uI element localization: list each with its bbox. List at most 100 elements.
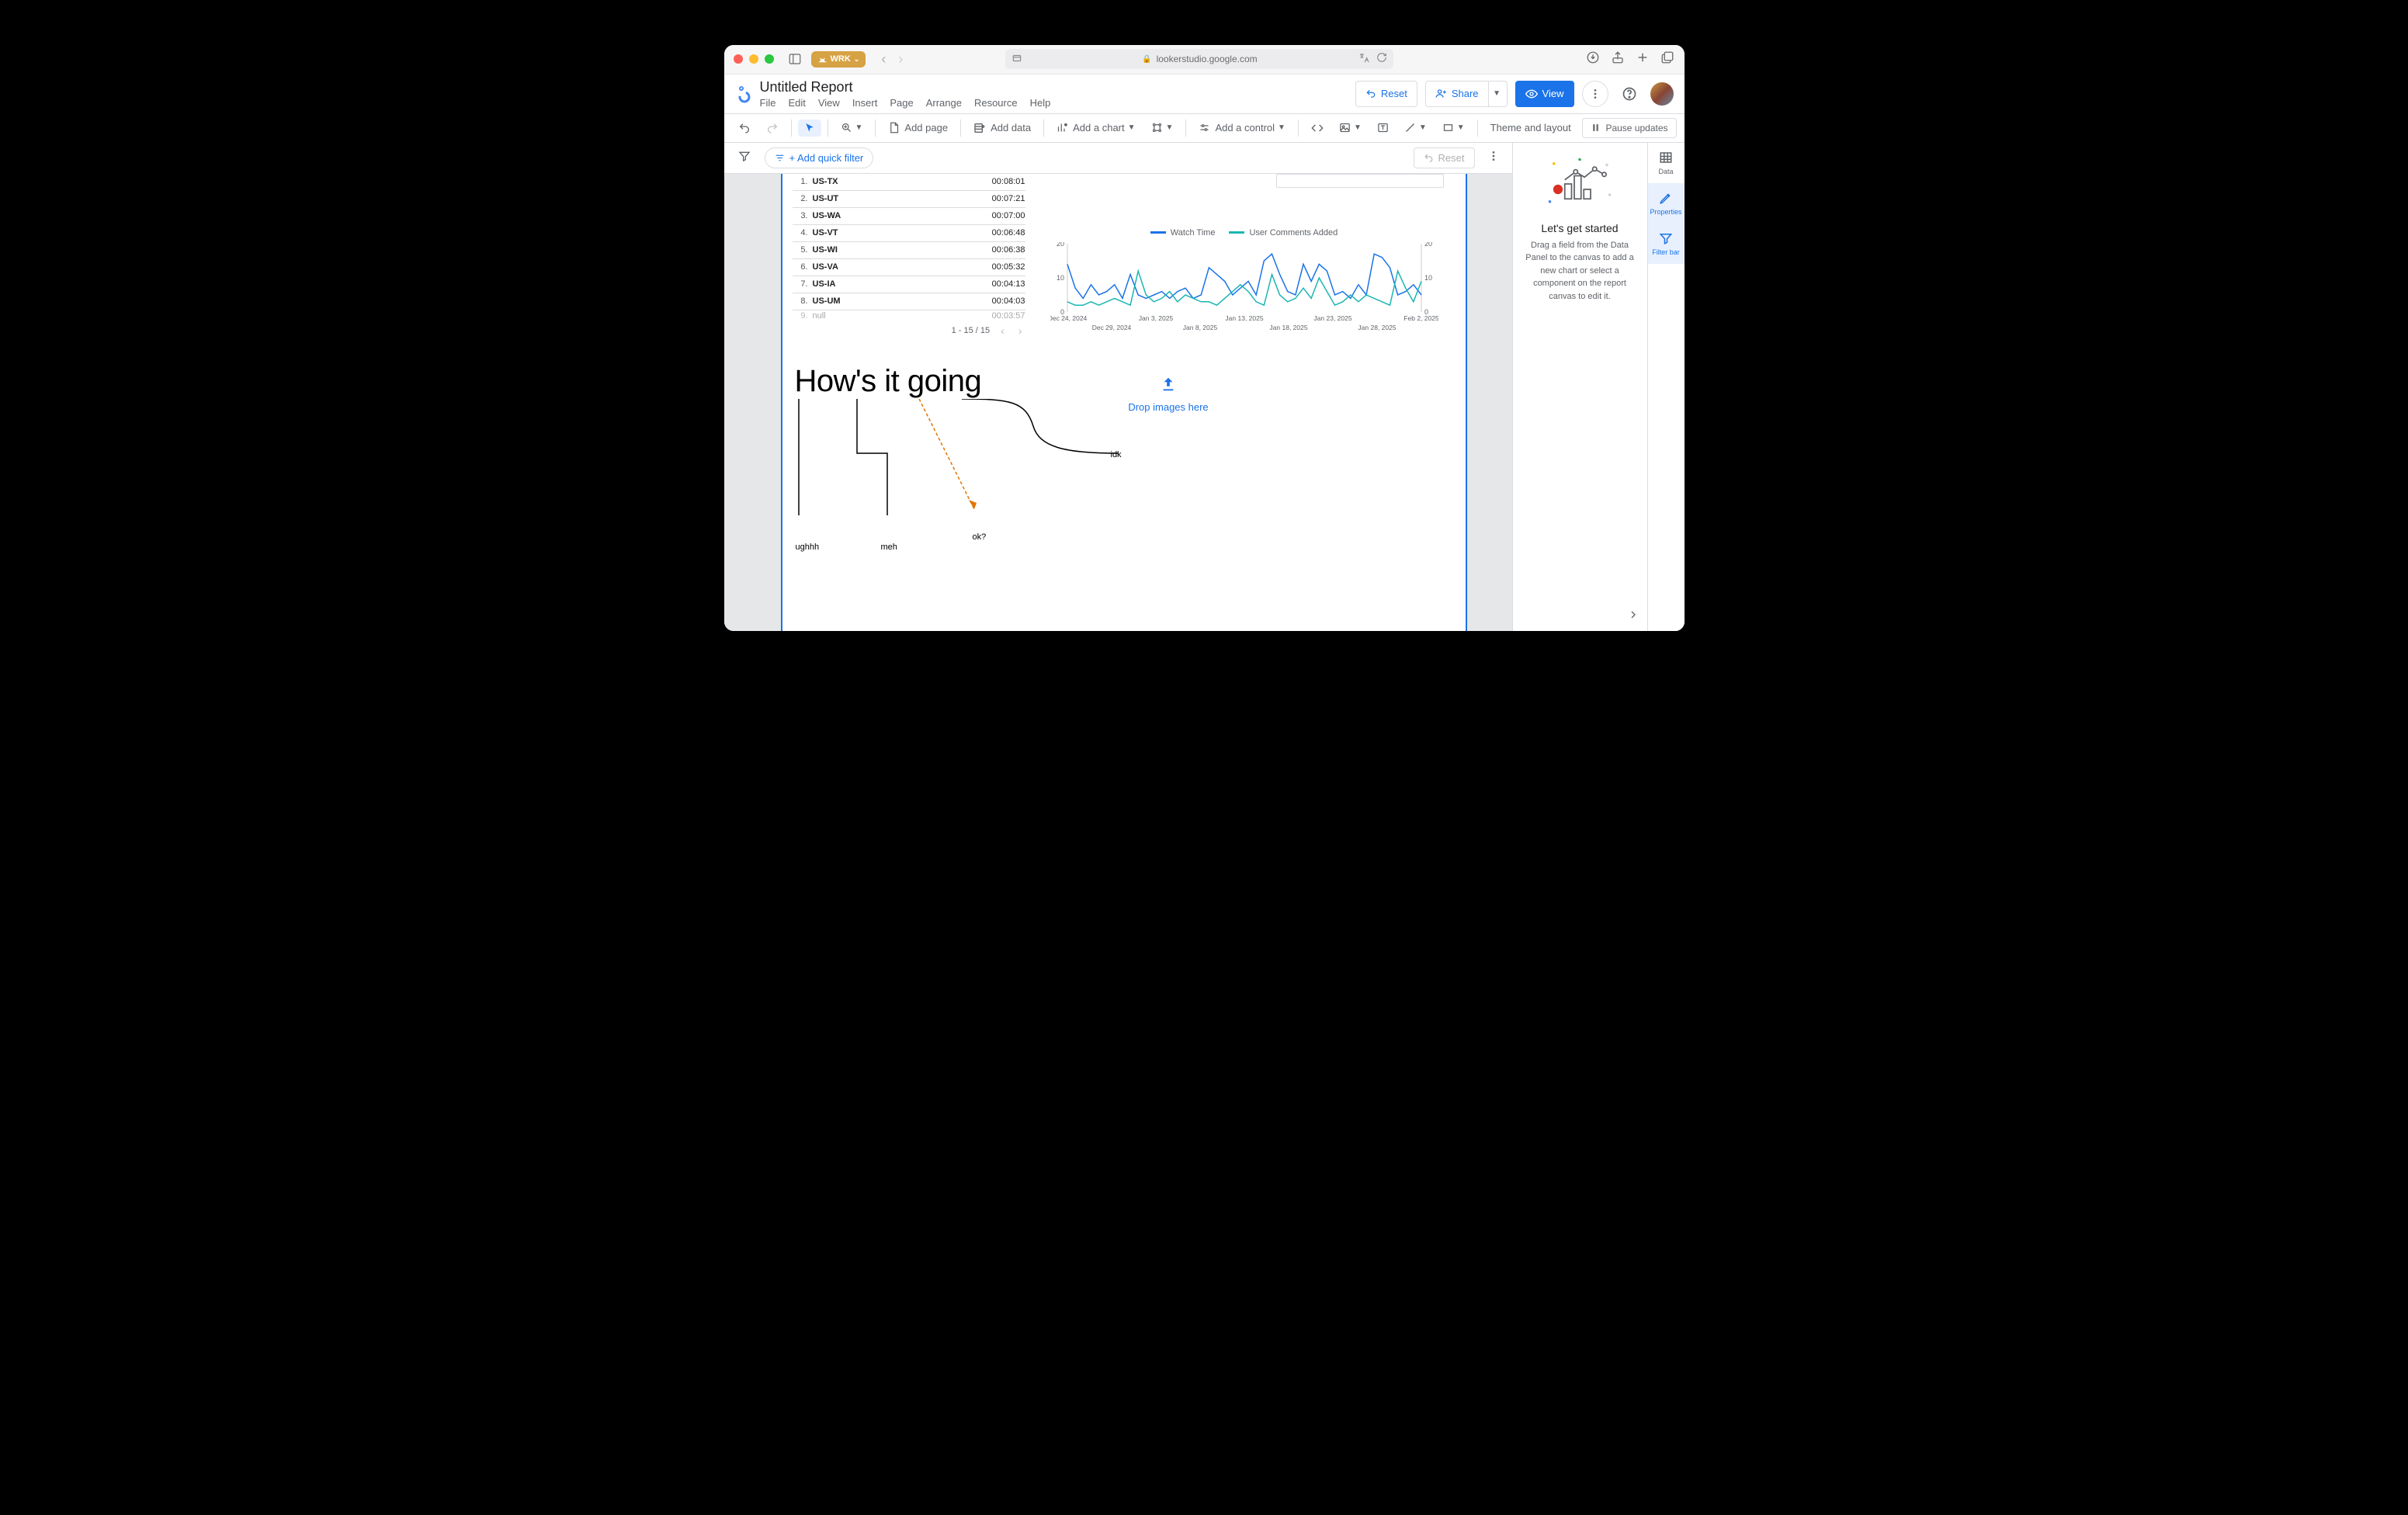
minimize-window-icon[interactable] [749, 54, 758, 64]
user-avatar[interactable] [1650, 82, 1674, 106]
reload-icon[interactable] [1376, 52, 1387, 66]
rail-filterbar[interactable]: Filter bar [1648, 224, 1685, 264]
select-tool[interactable] [798, 120, 821, 137]
menu-view[interactable]: View [818, 97, 840, 109]
headline-text[interactable]: How's it going [795, 364, 982, 399]
pause-updates-button[interactable]: Pause updates [1582, 118, 1676, 138]
browser-toolbar: WRK ⌄ ‹ › 🔒 lookerstudio.google.com [724, 45, 1685, 75]
menu-insert[interactable]: Insert [852, 97, 878, 109]
eye-icon [1525, 88, 1538, 100]
svg-text:Jan 13, 2025: Jan 13, 2025 [1225, 314, 1263, 322]
image-drop-zone[interactable]: Drop images here [1081, 376, 1256, 413]
menu-resource[interactable]: Resource [974, 97, 1018, 109]
menu-edit[interactable]: Edit [788, 97, 805, 109]
nav-forward-icon[interactable]: › [895, 50, 906, 69]
sidebar-toggle-icon[interactable] [785, 50, 805, 68]
pager-prev-icon[interactable]: ‹ [998, 324, 1008, 337]
label-ughhh[interactable]: ughhh [796, 543, 820, 552]
community-viz-button[interactable]: ▼ [1145, 119, 1180, 137]
maximize-window-icon[interactable] [765, 54, 774, 64]
menu-file[interactable]: File [760, 97, 776, 109]
table-icon [1659, 151, 1673, 165]
share-dropdown[interactable]: ▼ [1489, 81, 1508, 107]
report-page[interactable]: 1.US-TX00:08:012.US-UT00:07:213.US-WA00:… [781, 174, 1467, 631]
undo-icon [738, 122, 751, 134]
doc-title[interactable]: Untitled Report [760, 79, 1051, 95]
empty-component[interactable] [1276, 174, 1444, 188]
new-tab-icon[interactable] [1636, 50, 1650, 68]
svg-text:Jan 23, 2025: Jan 23, 2025 [1313, 314, 1351, 322]
filter-icon[interactable] [732, 147, 757, 169]
pager-next-icon[interactable]: › [1015, 324, 1025, 337]
nav-back-icon[interactable]: ‹ [878, 50, 889, 69]
add-page-button[interactable]: Add page [882, 119, 954, 137]
code-icon [1311, 122, 1324, 134]
page-icon [888, 122, 900, 133]
svg-text:Dec 24, 2024: Dec 24, 2024 [1050, 314, 1088, 322]
svg-text:Jan 18, 2025: Jan 18, 2025 [1269, 324, 1307, 331]
table-row[interactable]: 6.US-VA00:05:32 [793, 259, 1025, 276]
table-row[interactable]: 2.US-UT00:07:21 [793, 191, 1025, 208]
data-table[interactable]: 1.US-TX00:08:012.US-UT00:07:213.US-WA00:… [793, 174, 1025, 340]
add-control-button[interactable]: Add a control▼ [1192, 119, 1292, 137]
add-data-button[interactable]: Add data [967, 119, 1037, 137]
table-row[interactable]: 7.US-IA00:04:13 [793, 276, 1025, 293]
redo-button[interactable] [760, 119, 785, 137]
panel-hint: Drag a field from the Data Panel to the … [1522, 239, 1638, 303]
svg-text:Jan 28, 2025: Jan 28, 2025 [1358, 324, 1396, 331]
reset-button[interactable]: Reset [1355, 81, 1417, 107]
add-chart-button[interactable]: Add a chart▼ [1050, 119, 1141, 137]
embed-button[interactable] [1305, 119, 1330, 137]
lock-icon: 🔒 [1142, 55, 1151, 64]
upload-icon [1160, 376, 1177, 393]
translate-icon[interactable] [1358, 52, 1370, 66]
table-row[interactable]: 4.US-VT00:06:48 [793, 225, 1025, 242]
help-button[interactable] [1616, 81, 1643, 107]
label-idk[interactable]: idk [1111, 450, 1122, 459]
more-vert-icon [1487, 150, 1500, 162]
table-row[interactable]: 5.US-WI00:06:38 [793, 242, 1025, 259]
svg-text:Dec 29, 2024: Dec 29, 2024 [1091, 324, 1131, 331]
menu-help[interactable]: Help [1030, 97, 1051, 109]
table-row[interactable]: 9.null00:03:57 [793, 310, 1025, 321]
table-row[interactable]: 3.US-WA00:07:00 [793, 208, 1025, 225]
collapse-panel-icon[interactable] [1627, 608, 1639, 623]
looker-studio-logo-icon[interactable] [735, 85, 754, 103]
shape-button[interactable]: ▼ [1436, 119, 1471, 137]
filter-more-button[interactable] [1483, 147, 1504, 169]
more-options-button[interactable] [1582, 81, 1608, 107]
rail-data[interactable]: Data [1648, 143, 1685, 183]
close-window-icon[interactable] [734, 54, 743, 64]
line-button[interactable]: ▼ [1398, 119, 1433, 137]
share-icon[interactable] [1611, 50, 1625, 68]
profile-pill[interactable]: WRK ⌄ [811, 51, 866, 68]
table-row[interactable]: 1.US-TX00:08:01 [793, 174, 1025, 191]
table-row[interactable]: 8.US-UM00:04:03 [793, 293, 1025, 310]
traffic-lights[interactable] [734, 54, 774, 64]
tabs-icon[interactable] [1660, 50, 1674, 68]
downloads-icon[interactable] [1586, 50, 1600, 68]
share-button[interactable]: Share [1425, 81, 1489, 107]
quick-filter-button[interactable]: + Add quick filter [765, 147, 874, 168]
zoom-tool[interactable]: ▼ [834, 119, 869, 137]
menu-page[interactable]: Page [890, 97, 913, 109]
line-chart[interactable]: Watch Time User Comments Added 010200102… [1050, 228, 1438, 339]
label-ok[interactable]: ok? [973, 532, 987, 542]
url-text: lookerstudio.google.com [1157, 54, 1258, 64]
undo-button[interactable] [732, 119, 757, 137]
rail-properties[interactable]: Properties [1648, 183, 1685, 224]
text-button[interactable] [1371, 119, 1395, 137]
svg-text:Jan 8, 2025: Jan 8, 2025 [1182, 324, 1217, 331]
menu-arrange[interactable]: Arrange [926, 97, 962, 109]
address-bar[interactable]: 🔒 lookerstudio.google.com [1005, 49, 1393, 69]
svg-text:20: 20 [1424, 242, 1432, 248]
site-settings-icon[interactable] [1011, 53, 1022, 66]
label-meh[interactable]: meh [881, 543, 897, 552]
view-button[interactable]: View [1515, 81, 1574, 107]
line-icon [1404, 122, 1416, 133]
canvas[interactable]: 1.US-TX00:08:012.US-UT00:07:213.US-WA00:… [724, 174, 1512, 631]
profile-label: WRK [831, 54, 851, 64]
filter-reset-button[interactable]: Reset [1414, 147, 1475, 168]
image-button[interactable]: ▼ [1333, 119, 1368, 137]
theme-button[interactable]: Theme and layout [1484, 119, 1577, 137]
